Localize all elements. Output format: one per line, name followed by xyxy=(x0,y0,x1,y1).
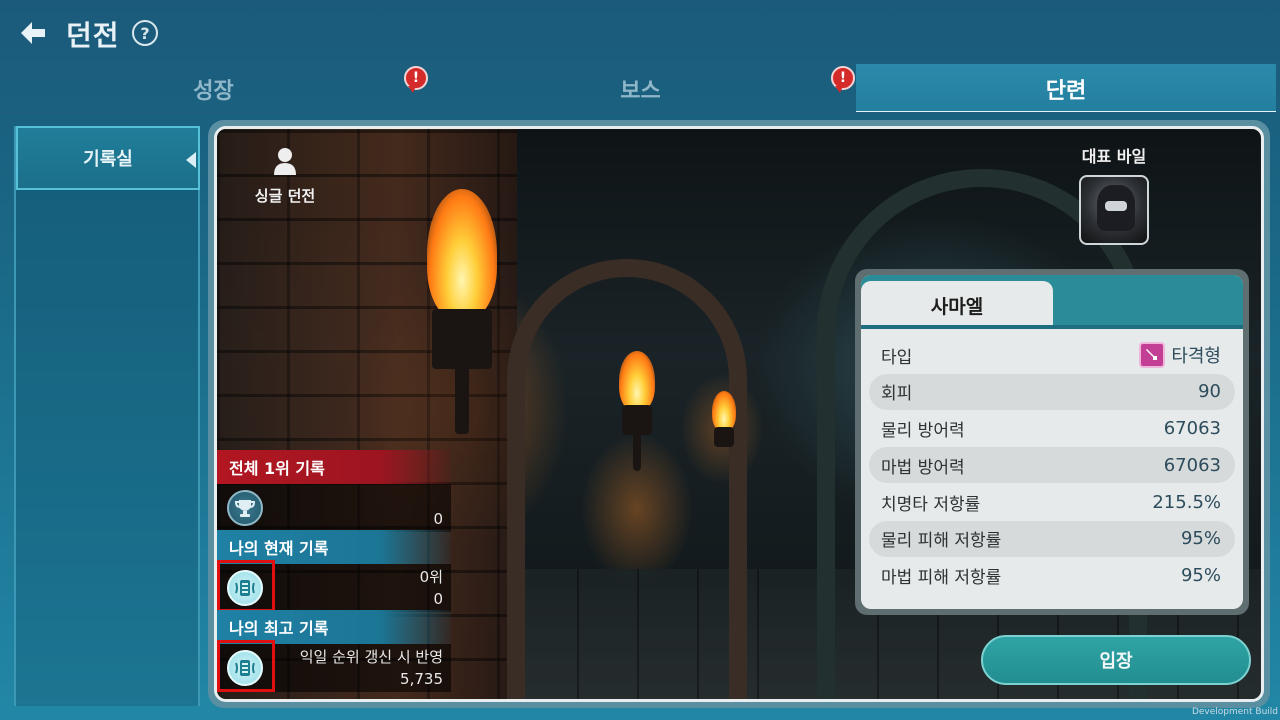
representative-label: 대표 바일 xyxy=(1081,147,1147,166)
stat-row-magic-damage-resistance: 마법 피해 저항률 95% xyxy=(869,558,1235,594)
stat-label: 마법 피해 저항률 xyxy=(881,568,1002,589)
record-score: 5,735 xyxy=(400,670,443,688)
stat-row-type: 타입 타격형 xyxy=(869,337,1235,373)
highlight-box xyxy=(217,640,275,692)
stat-label: 물리 피해 저항률 xyxy=(881,531,1002,552)
my-best-record-header: 나의 최고 기록 xyxy=(217,610,451,644)
stat-value: 67063 xyxy=(1163,418,1221,440)
tab-boss[interactable]: 보스 xyxy=(427,64,854,114)
top-header: 던전 ? xyxy=(0,0,1280,64)
stat-label: 물리 방어력 xyxy=(881,421,965,442)
back-arrow-icon xyxy=(21,22,45,44)
trophy-icon xyxy=(227,490,263,526)
person-icon xyxy=(274,148,296,175)
record-title: 전체 1위 기록 xyxy=(229,459,325,478)
stat-label: 마법 방어력 xyxy=(881,457,965,478)
stat-row-crit-resistance: 치명타 저항률 215.5% xyxy=(869,484,1235,520)
boss-name-tab[interactable]: 사마엘 xyxy=(861,281,1053,329)
tab-growth-label: 성장 xyxy=(193,79,234,104)
representative-section: 대표 바일 xyxy=(1069,143,1159,245)
sidebar-item-label: 기록실 xyxy=(83,149,133,170)
record-note: 익일 순위 갱신 시 반영 xyxy=(299,648,443,666)
mode-label-text: 싱글 던전 xyxy=(254,187,316,205)
help-icon[interactable]: ? xyxy=(132,20,158,46)
record-score: 0 xyxy=(433,510,443,528)
stat-label: 타입 xyxy=(881,347,913,368)
stat-value: 95% xyxy=(1180,565,1221,587)
tab-boss-label: 보스 xyxy=(620,79,661,104)
stat-row-evasion: 회피 90 xyxy=(869,373,1235,410)
torch-icon xyxy=(615,351,659,471)
torch-icon xyxy=(422,189,502,434)
alert-badge-icon: ! xyxy=(404,66,428,93)
back-button[interactable] xyxy=(18,18,48,48)
stat-label: 회피 xyxy=(881,384,913,405)
stat-row-physical-damage-resistance: 물리 피해 저항률 95% xyxy=(869,520,1235,557)
strike-type-icon xyxy=(1139,342,1166,368)
alert-badge-icon: ! xyxy=(831,66,855,93)
record-title: 나의 현재 기록 xyxy=(229,539,329,558)
sidebar-item-record-room[interactable]: 기록실 xyxy=(16,126,200,190)
overall-top-record-body[interactable]: 0 xyxy=(217,484,451,532)
tab-divider xyxy=(0,112,1280,114)
record-score: 0 xyxy=(433,590,443,608)
stat-row-physical-defense: 물리 방어력 67063 xyxy=(869,411,1235,447)
sidebar: 기록실 xyxy=(14,126,200,706)
tab-training[interactable]: 단련 xyxy=(856,64,1276,114)
stat-value: 90 xyxy=(1198,381,1221,403)
stat-row-magic-defense: 마법 방어력 67063 xyxy=(869,447,1235,484)
dungeon-preview: 싱글 던전 대표 바일 사마엘 타입 타격형 회피 90 물리 방어력 6706… xyxy=(214,126,1264,702)
stone-arch xyxy=(507,259,747,699)
caret-left-icon xyxy=(186,152,196,168)
stat-value: 215.5% xyxy=(1152,491,1221,513)
stat-label: 치명타 저항률 xyxy=(881,494,981,515)
highlight-box xyxy=(217,560,275,612)
stat-value: 95% xyxy=(1180,528,1221,550)
representative-portrait[interactable] xyxy=(1079,175,1149,245)
tab-bar: 성장 ! 보스 ! 단련 xyxy=(0,64,1280,114)
tab-training-label: 단련 xyxy=(1045,79,1087,104)
tab-growth[interactable]: 성장 xyxy=(0,64,427,114)
torch-icon xyxy=(709,391,739,471)
single-dungeon-label: 싱글 던전 xyxy=(245,147,325,206)
stats-list: 타입 타격형 회피 90 물리 방어력 67063 마법 방어력 67063 치… xyxy=(869,337,1235,595)
boss-stats-card: 사마엘 타입 타격형 회피 90 물리 방어력 67063 마법 방어력 670… xyxy=(855,269,1249,615)
stat-value: 67063 xyxy=(1163,454,1221,476)
my-current-record-header: 나의 현재 기록 xyxy=(217,530,451,564)
record-title: 나의 최고 기록 xyxy=(229,619,329,638)
record-rank: 0위 xyxy=(419,568,443,586)
page-title: 던전 xyxy=(66,19,120,52)
stats-tab-bar: 사마엘 xyxy=(861,275,1243,329)
enter-button[interactable]: 입장 xyxy=(981,635,1251,685)
stat-value: 타격형 xyxy=(1171,346,1221,367)
overall-top-record-header: 전체 1위 기록 xyxy=(217,450,451,484)
dev-build-label: Development Build xyxy=(1191,707,1278,717)
main-panel-frame: 싱글 던전 대표 바일 사마엘 타입 타격형 회피 90 물리 방어력 6706… xyxy=(208,120,1270,708)
